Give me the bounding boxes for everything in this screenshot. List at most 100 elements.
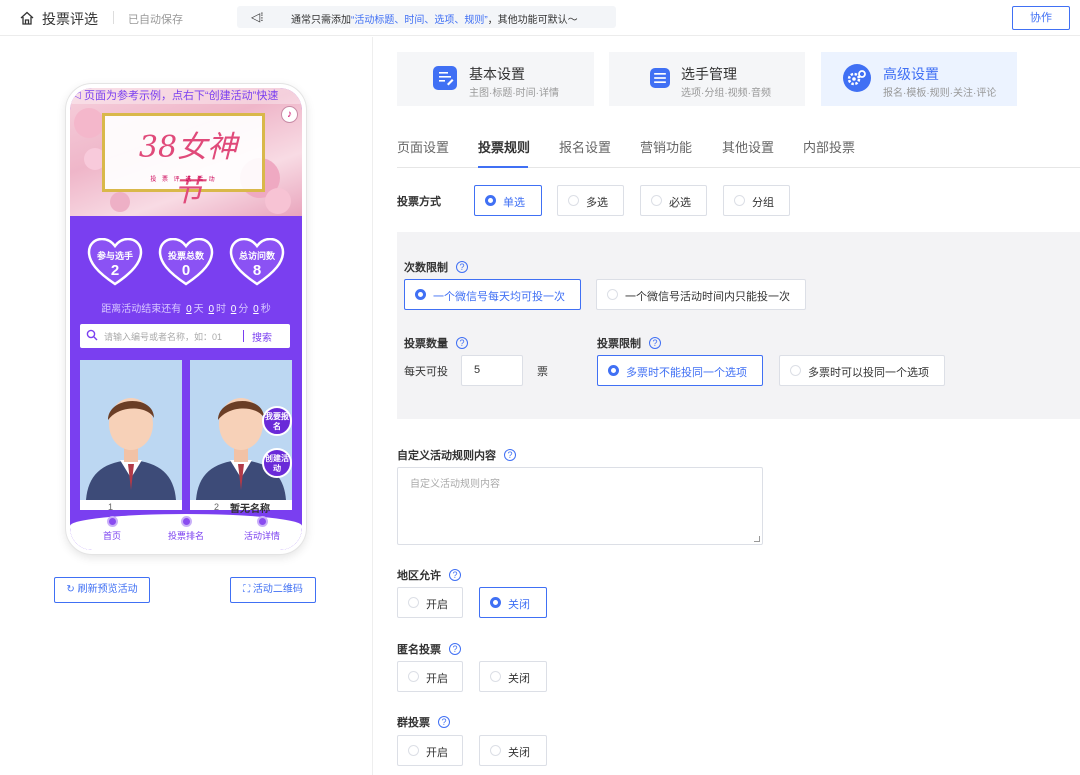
radio-icon [490, 745, 501, 756]
group-vote-off[interactable]: 关闭 [479, 735, 547, 766]
tab-marketing[interactable]: 营销功能 [640, 137, 692, 156]
stat-label: 投票总数 [167, 251, 204, 261]
phone-preview: ◁ 页面为参考示例，点右下“创建活动”快速 ♪ 38女神节 投 票 评 选 活 … [66, 84, 306, 554]
vote-count-input[interactable]: 5 [461, 355, 523, 386]
candidate-number: 1 [108, 502, 114, 512]
radio-icon [485, 195, 496, 206]
banner-title: 38女神节 [138, 130, 238, 209]
radio-icon [408, 597, 419, 608]
resize-handle[interactable] [754, 536, 760, 542]
stat-value: 8 [252, 262, 262, 279]
tab-page-settings[interactable]: 页面设置 [397, 137, 449, 156]
custom-rules-textarea[interactable]: 自定义活动规则内容 [397, 467, 763, 545]
radio-icon [608, 365, 619, 376]
anonymous-label: 匿名投票? [397, 641, 461, 657]
divider [243, 330, 244, 342]
radio-icon [490, 671, 501, 682]
notice-text: 通常只需添加“活动标题、时间、选项、规则”，其他功能可默认～ [291, 15, 578, 26]
details-icon [256, 516, 268, 527]
category-advanced[interactable]: 高级设置 报名·模板·规则·关注·评论 [821, 52, 1017, 106]
help-icon[interactable]: ? [438, 716, 450, 728]
tab-signup-settings[interactable]: 报名设置 [559, 137, 611, 156]
preview-search-bar[interactable]: 请输入编号或者名称，如：01 搜索 [80, 324, 290, 348]
vote-limit-allow-repeat[interactable]: 多票时可以投同一个选项 [779, 355, 945, 386]
stat-votes: 投票总数 0 [158, 238, 214, 286]
help-icon[interactable]: ? [649, 337, 661, 349]
nav-home[interactable]: 首页 [82, 516, 142, 542]
create-activity-float-button[interactable]: 创建活动 [262, 448, 292, 478]
category-title: 高级设置 [883, 66, 939, 82]
category-basic[interactable]: 基本设置 主图·标题·时间·详情 [397, 52, 594, 106]
gear-icon [843, 64, 871, 92]
count-limit-label: 次数限制? [404, 259, 468, 275]
home-icon [106, 516, 118, 527]
count-limit-daily[interactable]: 一个微信号每天均可投一次 [404, 279, 581, 310]
countdown: 距离活动结束还有 0天 0时 0分 0秒 [101, 304, 271, 315]
signup-float-button[interactable]: 我要报名 [262, 406, 292, 436]
ranking-icon [180, 516, 192, 527]
banner-subtitle: 投 票 评 选 活 动 [150, 177, 217, 183]
nav-ranking[interactable]: 投票排名 [156, 516, 216, 542]
custom-rules-label: 自定义活动规则内容? [397, 447, 516, 463]
tab-other-settings[interactable]: 其他设置 [722, 137, 774, 156]
candidate-card[interactable]: 1 [80, 360, 182, 512]
help-icon[interactable]: ? [456, 337, 468, 349]
vote-count-unit: 票 [537, 366, 548, 378]
banner-frame: 38女神节 投 票 评 选 活 动 [102, 113, 265, 209]
region-label: 地区允许? [397, 567, 461, 583]
divider [113, 11, 114, 24]
category-players[interactable]: 选手管理 选项·分组·视频·音频 [609, 52, 805, 106]
category-subtitle: 选项·分组·视频·音频 [681, 88, 771, 99]
count-limit-once[interactable]: 一个微信号活动时间内只能投一次 [596, 279, 806, 310]
vote-mode-required[interactable]: 必选 [640, 185, 707, 216]
help-icon[interactable]: ? [449, 643, 461, 655]
qrcode-button[interactable]: ⛶ 活动二维码 [230, 577, 316, 603]
search-button[interactable]: 搜索 [252, 329, 272, 344]
vote-limit-no-repeat[interactable]: 多票时不能投同一个选项 [597, 355, 763, 386]
collaborate-button[interactable]: 协作 [1012, 6, 1070, 30]
stat-visits: 总访问数 8 [229, 238, 285, 286]
radio-icon [607, 289, 618, 300]
stat-value: 2 [110, 262, 120, 279]
radio-icon [651, 195, 662, 206]
group-vote-on[interactable]: 开启 [397, 735, 463, 766]
music-icon[interactable]: ♪ [281, 106, 298, 123]
radio-icon [568, 195, 579, 206]
search-icon [86, 329, 98, 341]
refresh-icon: ↻ [66, 584, 78, 595]
help-icon[interactable]: ? [456, 261, 468, 273]
home-icon[interactable] [19, 10, 35, 26]
anonymous-off[interactable]: 关闭 [479, 661, 547, 692]
stat-label: 参与选手 [96, 251, 133, 261]
vote-mode-multiple[interactable]: 多选 [557, 185, 624, 216]
vote-mode-single[interactable]: 单选 [474, 185, 542, 216]
notice-bar: ◁⁞ 通常只需添加“活动标题、时间、选项、规则”，其他功能可默认～ [237, 6, 616, 28]
group-vote-label: 群投票? [397, 714, 450, 730]
candidate-photo [80, 360, 182, 500]
help-icon[interactable]: ? [504, 449, 516, 461]
nav-details[interactable]: 活动详情 [232, 516, 292, 542]
tab-internal-vote[interactable]: 内部投票 [803, 137, 855, 156]
help-icon[interactable]: ? [449, 569, 461, 581]
stat-label: 总访问数 [238, 251, 275, 261]
vote-count-prefix: 每天可投 [404, 366, 448, 378]
category-subtitle: 主图·标题·时间·详情 [469, 88, 559, 99]
page-title: 投票评选 [42, 11, 98, 27]
region-on[interactable]: 开启 [397, 587, 463, 618]
tab-vote-rules[interactable]: 投票规则 [478, 137, 530, 156]
vote-count-label: 投票数量? [404, 335, 468, 351]
vote-mode-label: 投票方式 [397, 196, 441, 208]
radio-icon [490, 597, 501, 608]
autosave-status: 已自动保存 [128, 14, 183, 26]
radio-icon [408, 671, 419, 682]
phone-screen: ◁ 页面为参考示例，点右下“创建活动”快速 ♪ 38女神节 投 票 评 选 活 … [70, 88, 302, 550]
region-off[interactable]: 关闭 [479, 587, 547, 618]
radio-icon [790, 365, 801, 376]
vote-mode-group[interactable]: 分组 [723, 185, 790, 216]
refresh-preview-button[interactable]: ↻ 刷新预览活动 [54, 577, 150, 603]
candidate-number: 2 [214, 502, 220, 512]
anonymous-on[interactable]: 开启 [397, 661, 463, 692]
speaker-icon: ◁⁞ [251, 10, 264, 24]
settings-tabs: 页面设置 投票规则 报名设置 营销功能 其他设置 内部投票 [397, 132, 1080, 168]
search-input[interactable]: 请输入编号或者名称，如：01 [104, 330, 222, 343]
